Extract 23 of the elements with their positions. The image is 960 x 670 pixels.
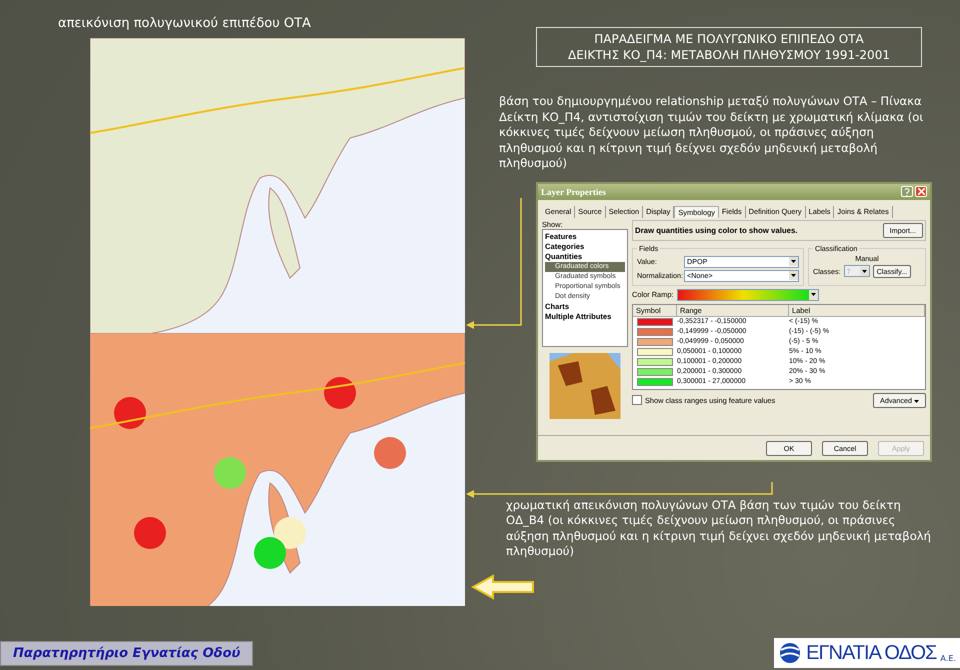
color-swatch[interactable] [637, 338, 673, 346]
help-button[interactable] [901, 186, 913, 197]
checkbox[interactable] [632, 395, 642, 405]
left-arrow-icon [471, 574, 535, 600]
dialog-title: Layer Properties [541, 186, 606, 196]
color-swatch[interactable] [637, 368, 673, 376]
footer-label: Παρατηρητήριο Εγνατίας Οδού [0, 641, 254, 666]
dropdown-caret-icon [811, 292, 816, 296]
color-swatch[interactable] [637, 328, 673, 336]
color-swatch[interactable] [637, 348, 673, 356]
description-text: χρωματική απεικόνιση πολυγώνων ΟΤΑ βάση των τιμών του δείκτη ΟΔ_Β4 (οι κόκκινες τιμές δείχνουν μείωση πληθυσμού, οι πράσινες αύξηση πληθυσμού και η κίτρινη τιμή δείχνει σχεδόν μηδενική μεταβολή πληθυσμού) [506, 498, 932, 560]
color-swatch[interactable] [637, 378, 673, 386]
dropdown-caret-icon [914, 400, 919, 402]
color-ramp-dropdown[interactable] [677, 288, 820, 300]
description-text: βάση του δημιουργημένου relationship μεταξύ πολυγώνων ΟΤΑ – Πίνακα Δείκτη ΚΟ_Π4, αντιστοίχιση τιμών του δείκτη με χρωματική κλίμακα (οι κόκκινες τιμές δείχνουν μείωση πληθυσμού, οι πράσινες αύξηση πληθυσμού και η κίτρινη τιμή δείχνει σχεδόν μηδενική μεταβολή πληθυσμού) [499, 94, 924, 172]
color-swatch[interactable] [637, 318, 673, 326]
dropdown-caret-icon [791, 274, 796, 277]
dropdown-caret-icon [862, 270, 867, 272]
slide-heading: απεικόνιση πολυγωνικού επιπέδου ΟΤΑ [58, 16, 312, 33]
color-swatch[interactable] [637, 358, 673, 366]
dropdown-caret-icon [791, 260, 796, 263]
slide-title: ΠΑΡΑΔΕΙΓΜΑ ΜΕ ΠΟΛΥΓΩΝΙΚΟ ΕΠΙΠΕΔΟ ΟΤΑ ΔΕΙΚΤΗΣ ΚΟ_Π4: ΜΕΤΑΒΟΛΗ ΠΛΗΘΥΣΜΟΥ 1991-2001 [536, 27, 922, 67]
close-button[interactable] [915, 186, 927, 197]
